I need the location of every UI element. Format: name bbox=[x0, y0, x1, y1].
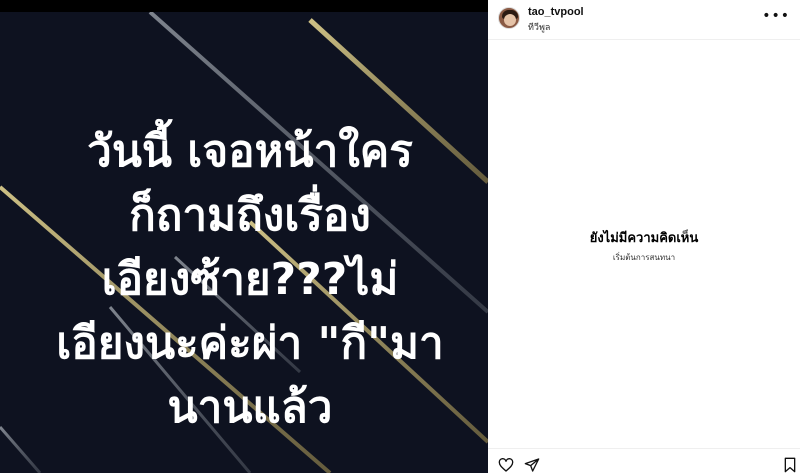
start-conversation-text: เริ่มต้นการสนทนา bbox=[612, 253, 676, 262]
post-text-line: เอียงซ้าย???ไม่ bbox=[101, 254, 399, 305]
no-comments-title: ยังไม่มีความคิดเห็น bbox=[589, 231, 699, 246]
post-text-line: เอียงนะค่ะผ่า "กี"มา bbox=[56, 318, 444, 369]
more-horizontal-icon[interactable]: ••• bbox=[762, 9, 790, 23]
avatar[interactable] bbox=[498, 7, 520, 29]
heart-icon[interactable] bbox=[498, 457, 514, 473]
username-link[interactable]: tao_tvpool bbox=[528, 6, 584, 18]
post-image[interactable]: วันนี้ เจอหน้าใคร ก็ถามถึงเรื่อง เอียงซ้… bbox=[0, 12, 488, 473]
location-link[interactable]: ทีวีพูล bbox=[528, 20, 550, 34]
post-text-line: นานแล้ว bbox=[167, 382, 333, 433]
post-text-line: ก็ถามถึงเรื่อง bbox=[129, 190, 371, 241]
post-header: tao_tvpool ทีวีพูล ••• bbox=[488, 0, 800, 40]
post-text-line: วันนี้ เจอหน้าใคร bbox=[87, 126, 413, 177]
post-caption-text: วันนี้ เจอหน้าใคร ก็ถามถึงเรื่อง เอียงซ้… bbox=[40, 120, 460, 440]
comments-panel: tao_tvpool ทีวีพูล ••• ยังไม่มีความคิดเห… bbox=[488, 0, 800, 473]
bookmark-icon[interactable] bbox=[782, 457, 798, 473]
top-bar bbox=[0, 0, 488, 12]
action-bar bbox=[488, 448, 800, 473]
send-icon[interactable] bbox=[524, 457, 540, 473]
